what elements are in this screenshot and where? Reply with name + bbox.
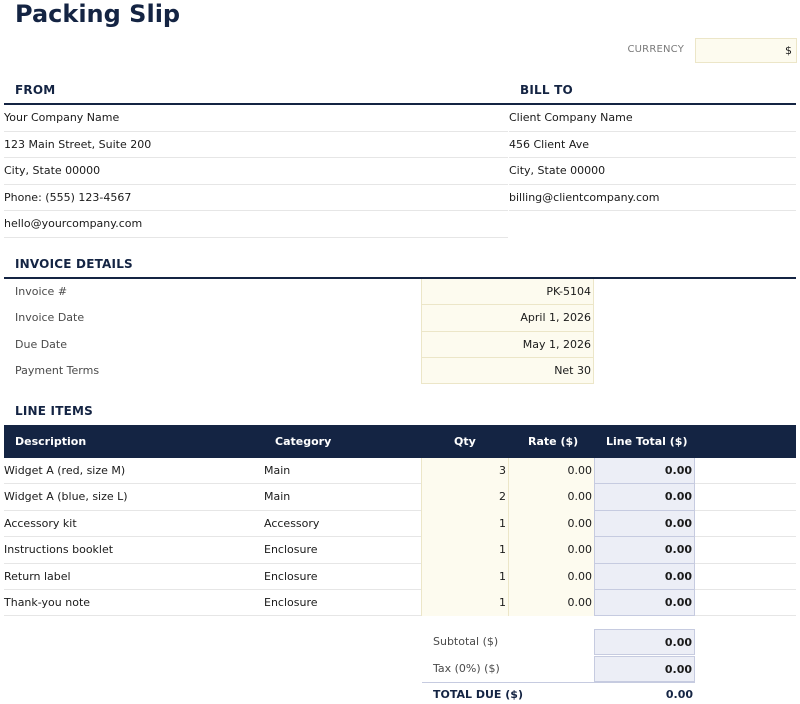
item-category: Enclosure <box>264 543 318 557</box>
item-description: Widget A (blue, size L) <box>4 490 128 504</box>
page-title: Packing Slip <box>15 0 181 28</box>
from-line: Your Company Name <box>4 105 508 132</box>
invoice-details: Invoice # PK-5104 Invoice Date April 1, … <box>0 279 800 385</box>
col-line-total: Line Total ($) <box>606 435 688 448</box>
invoice-number-label: Invoice # <box>15 285 68 298</box>
item-line-total: 0.00 <box>594 484 695 511</box>
col-rate: Rate ($) <box>528 435 579 448</box>
total-due-value: 0.00 <box>665 688 693 701</box>
payment-terms-label: Payment Terms <box>15 363 100 377</box>
table-row: Widget A (blue, size L) Main 2 0.00 0.00 <box>4 484 796 511</box>
line-items-header: Description Category Qty Rate ($) Line T… <box>4 425 796 458</box>
item-qty-input[interactable]: 1 <box>421 510 508 538</box>
from-line: hello@yourcompany.com <box>4 211 508 238</box>
currency-input[interactable]: $ <box>695 38 797 63</box>
item-qty-input[interactable]: 1 <box>421 563 508 590</box>
invoice-date-label: Invoice Date <box>15 311 85 325</box>
col-category: Category <box>275 435 332 448</box>
detail-row-invoice-date: Invoice Date April 1, 2026 <box>0 305 800 332</box>
detail-row-payment-terms: Payment Terms Net 30 <box>0 357 800 385</box>
item-qty-input[interactable]: 1 <box>421 590 508 617</box>
item-line-total: 0.00 <box>594 590 695 617</box>
invoice-date-input[interactable]: April 1, 2026 <box>421 305 594 332</box>
item-category: Main <box>264 490 291 504</box>
subtotal-label: Subtotal ($) <box>433 635 499 648</box>
item-qty-input[interactable]: 1 <box>421 537 508 564</box>
payment-terms-input[interactable]: Net 30 <box>421 357 594 385</box>
invoice-details-heading: INVOICE DETAILS <box>15 257 133 271</box>
from-line: City, State 00000 <box>4 158 508 185</box>
item-description: Instructions booklet <box>4 543 114 557</box>
from-address: Your Company Name 123 Main Street, Suite… <box>4 105 508 238</box>
item-description: Accessory kit <box>4 516 77 530</box>
col-description: Description <box>15 435 87 448</box>
table-row: Return label Enclosure 1 0.00 0.00 <box>4 563 796 590</box>
item-description: Return label <box>4 569 71 583</box>
table-row: Accessory kit Accessory 1 0.00 0.00 <box>4 510 796 538</box>
item-line-total: 0.00 <box>594 458 695 485</box>
tax-value: 0.00 <box>594 656 695 683</box>
item-description: Widget A (red, size M) <box>4 464 126 477</box>
item-line-total: 0.00 <box>594 537 695 564</box>
due-date-input[interactable]: May 1, 2026 <box>421 331 594 358</box>
item-rate-input[interactable]: 0.00 <box>508 563 594 590</box>
due-date-label: Due Date <box>15 337 67 351</box>
item-rate-input[interactable]: 0.00 <box>508 510 594 538</box>
item-line-total: 0.00 <box>594 563 695 590</box>
currency-label: CURRENCY <box>627 44 684 55</box>
bill-to-line: 456 Client Ave <box>509 132 796 158</box>
detail-row-invoice-number: Invoice # PK-5104 <box>0 279 800 306</box>
tax-label: Tax (0%) ($) <box>433 662 500 675</box>
item-rate-input[interactable]: 0.00 <box>508 458 594 485</box>
subtotal-value: 0.00 <box>594 629 695 656</box>
from-heading: FROM <box>15 83 56 97</box>
bill-to-line: Client Company Name <box>509 105 796 132</box>
item-category: Enclosure <box>264 569 318 583</box>
detail-row-due-date: Due Date May 1, 2026 <box>0 331 800 358</box>
from-line: 123 Main Street, Suite 200 <box>4 132 508 158</box>
subtotal-row: Subtotal ($) 0.00 <box>0 629 800 656</box>
item-category: Main <box>264 464 291 477</box>
col-qty: Qty <box>454 435 476 448</box>
bill-to-heading: BILL TO <box>520 83 573 97</box>
item-rate-input[interactable]: 0.00 <box>508 590 594 617</box>
total-due-label: TOTAL DUE ($) <box>433 688 523 701</box>
item-description: Thank-you note <box>4 596 91 609</box>
item-qty-input[interactable]: 2 <box>421 484 508 511</box>
table-row: Thank-you note Enclosure 1 0.00 0.00 <box>4 590 796 617</box>
table-row: Widget A (red, size M) Main 3 0.00 0.00 <box>4 458 796 485</box>
from-line: Phone: (555) 123-4567 <box>4 185 508 211</box>
table-row: Instructions booklet Enclosure 1 0.00 0.… <box>4 537 796 564</box>
line-items-heading: LINE ITEMS <box>15 404 93 418</box>
invoice-number-input[interactable]: PK-5104 <box>421 279 594 306</box>
item-category: Enclosure <box>264 596 318 609</box>
bill-to-line: City, State 00000 <box>509 158 796 185</box>
item-rate-input[interactable]: 0.00 <box>508 484 594 511</box>
bill-to-address: Client Company Name 456 Client Ave City,… <box>509 105 796 211</box>
item-category: Accessory <box>264 516 320 530</box>
tax-row: Tax (0%) ($) 0.00 <box>0 656 800 683</box>
item-qty-input[interactable]: 3 <box>421 458 508 485</box>
item-rate-input[interactable]: 0.00 <box>508 537 594 564</box>
bill-to-line: billing@clientcompany.com <box>509 185 796 211</box>
item-line-total: 0.00 <box>594 510 695 538</box>
